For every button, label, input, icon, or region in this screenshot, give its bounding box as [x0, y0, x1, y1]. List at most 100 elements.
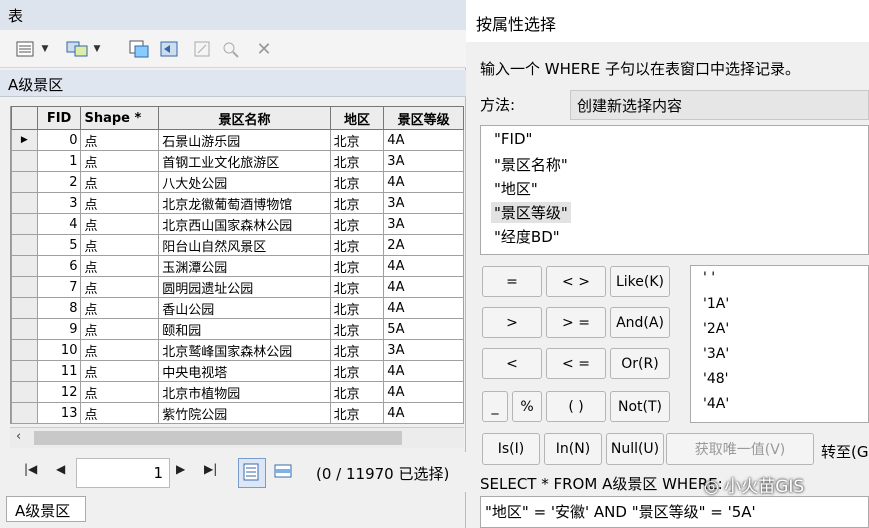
- clear-selection-icon[interactable]: [192, 39, 212, 59]
- table-cell[interactable]: 点: [80, 297, 160, 319]
- row-selector[interactable]: [11, 171, 38, 193]
- table-row[interactable]: 12 点北京市植物园 北京 4A: [11, 381, 464, 403]
- previous-record-icon[interactable]: ◀: [56, 462, 65, 476]
- row-selector[interactable]: [11, 276, 38, 298]
- table-cell[interactable]: 北京: [329, 213, 385, 235]
- table-cell[interactable]: 点: [80, 234, 160, 256]
- field-list-item-selected[interactable]: "景区等级": [491, 202, 571, 223]
- table-cell[interactable]: 点: [80, 171, 160, 193]
- greater-than-button[interactable]: >: [482, 307, 542, 338]
- table-cell[interactable]: 北京: [329, 171, 385, 193]
- table-cell[interactable]: 中央电视塔: [158, 360, 331, 382]
- table-cell[interactable]: 4A: [383, 297, 464, 319]
- table-row[interactable]: 6 点玉渊潭公园 北京 4A: [11, 255, 464, 277]
- table-cell[interactable]: 10: [36, 339, 82, 361]
- table-bottom-tab[interactable]: A级景区: [6, 496, 86, 522]
- row-selector[interactable]: [11, 360, 38, 382]
- not-button[interactable]: Not(T): [610, 391, 670, 422]
- percent-button[interactable]: %: [512, 391, 542, 422]
- underscore-button[interactable]: _: [482, 391, 508, 422]
- column-header[interactable]: Shape *: [80, 106, 160, 130]
- next-record-icon[interactable]: ▶: [176, 462, 185, 476]
- value-list-item[interactable]: ' ': [703, 270, 715, 286]
- field-list-item[interactable]: "景区名称": [491, 154, 571, 175]
- and-button[interactable]: And(A): [610, 307, 670, 338]
- table-cell[interactable]: 4A: [383, 129, 464, 151]
- where-clause-textarea[interactable]: "地区" = '安徽' AND "景区等级" = '5A': [480, 496, 869, 528]
- table-row[interactable]: 7 点圆明园遗址公园 北京 4A: [11, 276, 464, 298]
- table-cell[interactable]: 玉渊潭公园: [158, 255, 331, 277]
- is-button[interactable]: Is(I): [482, 433, 540, 465]
- table-row[interactable]: 11 点中央电视塔 北京 4A: [11, 360, 464, 382]
- greater-equal-button[interactable]: > =: [546, 307, 606, 338]
- or-button[interactable]: Or(R): [610, 348, 670, 379]
- table-cell[interactable]: 首钢工业文化旅游区: [158, 150, 331, 172]
- last-record-icon[interactable]: ▶|: [204, 462, 217, 476]
- table-cell[interactable]: 北京龙徽葡萄酒博物馆: [158, 192, 331, 214]
- scrollbar-thumb[interactable]: [34, 431, 402, 445]
- table-cell[interactable]: 北京: [329, 255, 385, 277]
- row-selector[interactable]: ▶: [11, 129, 38, 151]
- table-row[interactable]: 8 点香山公园 北京 4A: [11, 297, 464, 319]
- row-selector[interactable]: [11, 234, 38, 256]
- unique-values-list[interactable]: ' ' '1A' '2A' '3A' '48' '4A': [690, 265, 869, 423]
- horizontal-scrollbar[interactable]: ‹: [10, 427, 464, 448]
- table-cell[interactable]: 点: [80, 402, 160, 424]
- table-cell[interactable]: 点: [80, 381, 160, 403]
- table-row[interactable]: 3 点北京龙徽葡萄酒博物馆 北京 3A: [11, 192, 464, 214]
- table-cell[interactable]: 石景山游乐园: [158, 129, 331, 151]
- table-cell[interactable]: 点: [80, 360, 160, 382]
- less-than-button[interactable]: <: [482, 348, 542, 379]
- like-button[interactable]: Like(K): [610, 266, 670, 297]
- table-row[interactable]: 13 点紫竹院公园 北京 4A: [11, 402, 464, 424]
- row-selector[interactable]: [11, 297, 38, 319]
- zoom-to-selected-icon[interactable]: [220, 39, 242, 59]
- table-cell[interactable]: 5: [36, 234, 82, 256]
- field-list-item[interactable]: "FID": [491, 130, 535, 148]
- row-selector[interactable]: [11, 255, 38, 277]
- field-list-item[interactable]: "地区": [491, 178, 541, 199]
- related-tables-icon[interactable]: ▼: [64, 39, 102, 59]
- field-list[interactable]: "FID" "景区名称" "地区" "景区等级" "经度BD": [480, 125, 869, 255]
- table-cell[interactable]: 阳台山自然风景区: [158, 234, 331, 256]
- table-cell[interactable]: 1: [36, 150, 82, 172]
- row-selector[interactable]: [11, 339, 38, 361]
- table-row[interactable]: 9 点颐和园 北京 5A: [11, 318, 464, 340]
- record-number-field[interactable]: 1: [76, 458, 170, 488]
- value-list-item[interactable]: '2A': [703, 321, 729, 337]
- table-row[interactable]: 4 点北京西山国家森林公园 北京 3A: [11, 213, 464, 235]
- column-header[interactable]: 景区等级: [383, 106, 464, 130]
- table-cell[interactable]: 北京: [329, 192, 385, 214]
- table-cell[interactable]: 7: [36, 276, 82, 298]
- table-cell[interactable]: 香山公园: [158, 297, 331, 319]
- table-cell[interactable]: 2: [36, 171, 82, 193]
- in-button[interactable]: In(N): [544, 433, 602, 465]
- row-selector[interactable]: [11, 381, 38, 403]
- table-cell[interactable]: 11: [36, 360, 82, 382]
- table-cell[interactable]: 北京: [329, 129, 385, 151]
- select-by-attributes-icon[interactable]: [128, 39, 150, 59]
- table-cell[interactable]: 3: [36, 192, 82, 214]
- table-cell[interactable]: 0: [36, 129, 82, 151]
- table-row[interactable]: 10 点北京鹫峰国家森林公园 北京 3A: [11, 339, 464, 361]
- table-cell[interactable]: 点: [80, 129, 160, 151]
- table-cell[interactable]: 北京: [329, 339, 385, 361]
- table-cell[interactable]: 12: [36, 381, 82, 403]
- table-row[interactable]: 5 点阳台山自然风景区 北京 2A: [11, 234, 464, 256]
- table-cell[interactable]: 8: [36, 297, 82, 319]
- null-button[interactable]: Null(U): [606, 433, 664, 465]
- table-cell[interactable]: 9: [36, 318, 82, 340]
- value-list-item[interactable]: '3A': [703, 346, 729, 362]
- table-cell[interactable]: 点: [80, 318, 160, 340]
- table-cell[interactable]: 6: [36, 255, 82, 277]
- table-cell[interactable]: 4A: [383, 276, 464, 298]
- table-cell[interactable]: 圆明园遗址公园: [158, 276, 331, 298]
- table-cell[interactable]: 2A: [383, 234, 464, 256]
- row-selector[interactable]: [11, 318, 38, 340]
- table-cell[interactable]: 北京西山国家森林公园: [158, 213, 331, 235]
- delete-selected-icon[interactable]: ✕: [254, 39, 274, 60]
- row-selector[interactable]: [11, 402, 38, 424]
- table-cell[interactable]: 北京: [329, 276, 385, 298]
- field-list-item[interactable]: "经度BD": [491, 226, 563, 247]
- column-header[interactable]: FID: [36, 106, 82, 130]
